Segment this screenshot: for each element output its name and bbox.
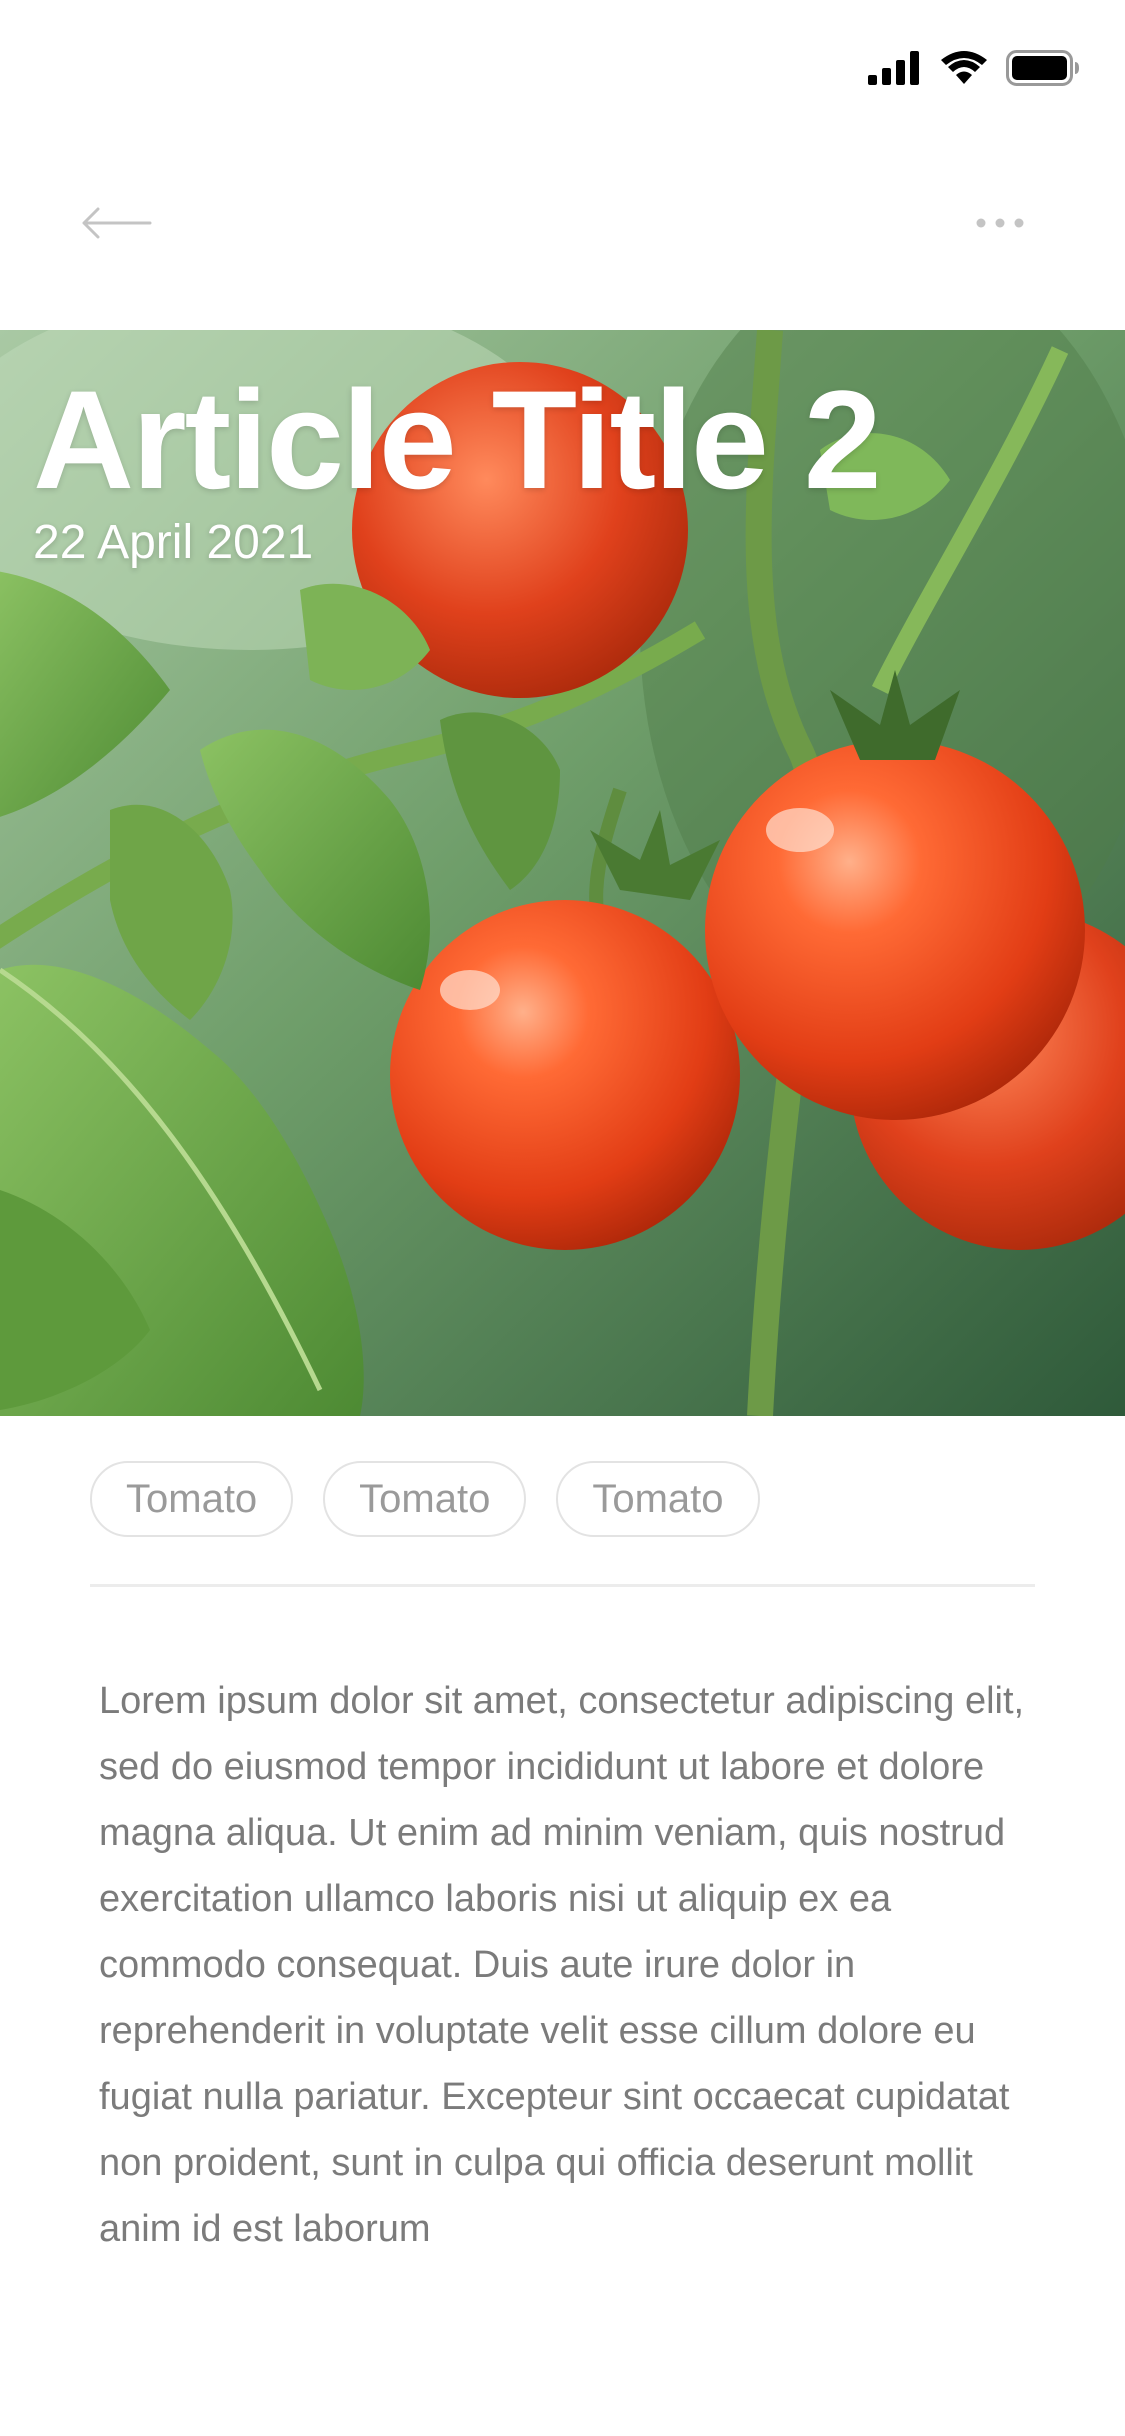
more-dots-icon [975, 216, 1025, 234]
tag-chip[interactable]: Tomato [90, 1461, 294, 1537]
tag-chip[interactable]: Tomato [556, 1461, 760, 1537]
article-title: Article Title 2 [33, 361, 882, 518]
wifi-icon [940, 50, 988, 91]
tag-chip[interactable]: Tomato [323, 1461, 527, 1537]
tag-list: Tomato Tomato Tomato [90, 1461, 760, 1537]
status-icons [868, 50, 1080, 91]
status-bar [0, 0, 1125, 132]
article-body: Lorem ipsum dolor sit amet, consectetur … [99, 1680, 1025, 2250]
battery-icon [1006, 50, 1080, 91]
article-date: 22 April 2021 [33, 516, 314, 569]
more-button[interactable] [955, 195, 1045, 255]
divider [90, 1584, 1035, 1587]
signal-icon [868, 51, 922, 90]
arrow-left-icon [80, 203, 152, 248]
back-button[interactable] [80, 195, 170, 255]
navigation-bar [0, 180, 1125, 270]
hero-image: Article Title 2 22 April 2021 [0, 330, 1125, 1416]
